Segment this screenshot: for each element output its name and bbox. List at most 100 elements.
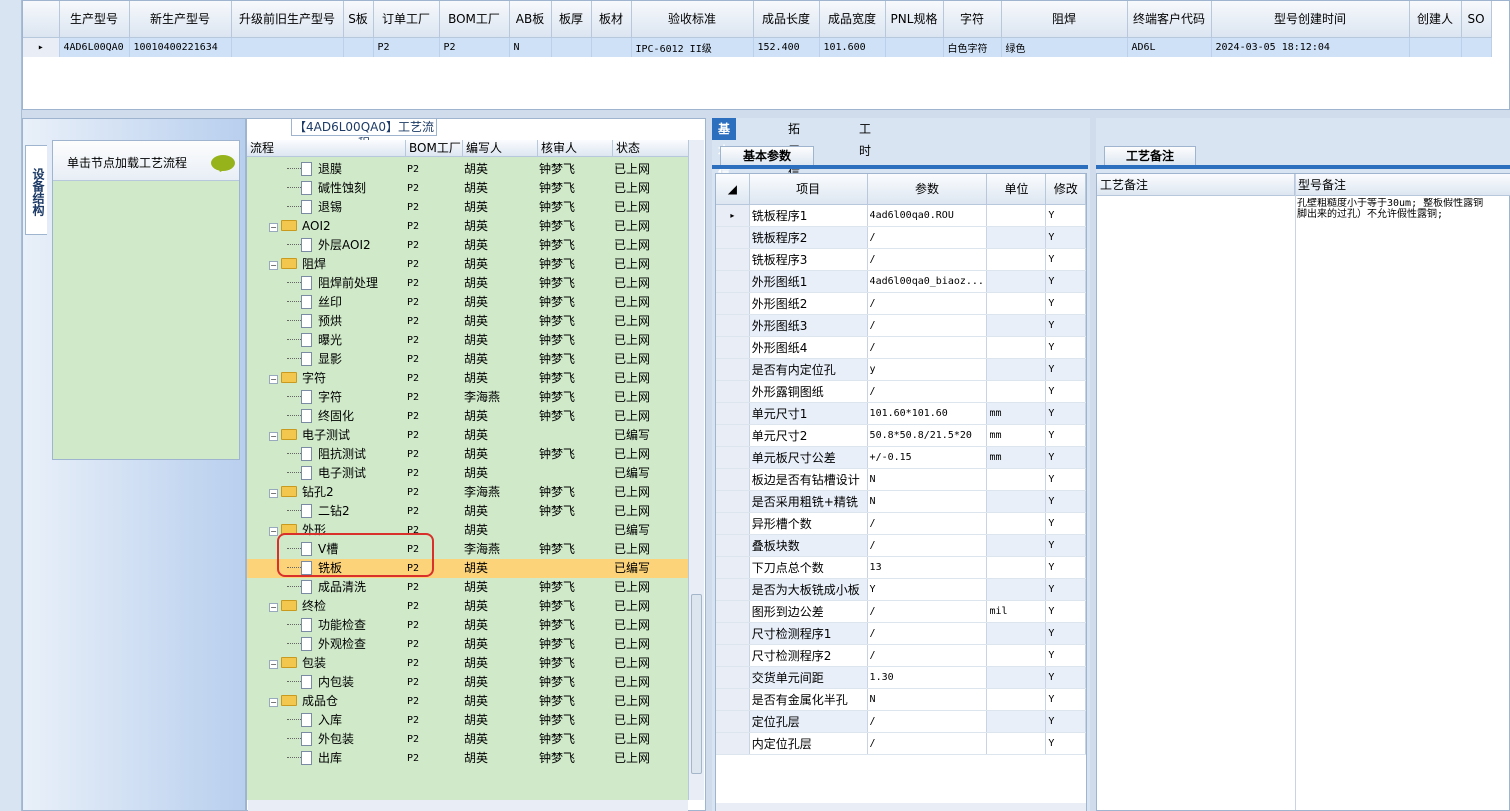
collapse-toggle-icon[interactable]: − xyxy=(269,603,278,612)
model-cell[interactable]: N xyxy=(509,37,552,57)
param-row[interactable]: 板边是否有钻槽设计 N Y xyxy=(716,468,1086,491)
param-value[interactable]: 4ad6l00qa0_biaoz... xyxy=(867,270,988,293)
param-value[interactable]: / xyxy=(867,600,988,623)
flow-tree-row[interactable]: 外层AOI2 P2 胡英 钟梦飞 已上网 xyxy=(247,236,689,255)
param-row[interactable]: 定位孔层 / Y xyxy=(716,710,1086,733)
param-value[interactable]: N xyxy=(867,468,988,491)
tab-work-hours[interactable]: 工时 xyxy=(853,118,877,158)
flow-tree-row[interactable]: 入库 P2 胡英 钟梦飞 已上网 xyxy=(247,711,689,730)
model-cell[interactable] xyxy=(231,37,344,57)
model-col-header[interactable]: 板材 xyxy=(591,1,632,38)
param-row[interactable]: 外形图纸3/ Y xyxy=(716,314,1086,337)
flow-tree-row[interactable]: 外观检查 P2 胡英 钟梦飞 已上网 xyxy=(247,635,689,654)
model-col-header[interactable]: 订单工厂 xyxy=(373,1,440,38)
flow-tree-row[interactable]: 阻抗测试 P2 胡英 钟梦飞 已上网 xyxy=(247,445,689,464)
flow-tree-row[interactable]: 内包装 P2 胡英 钟梦飞 已上网 xyxy=(247,673,689,692)
flow-node[interactable]: − 终检 xyxy=(247,597,405,616)
model-col-header[interactable]: 成品长度 xyxy=(753,1,820,38)
model-cell[interactable]: 白色字符 xyxy=(943,37,1002,57)
model-col-header[interactable]: S板 xyxy=(343,1,374,38)
param-value[interactable]: / xyxy=(867,314,988,337)
flow-node[interactable]: 出库 xyxy=(247,749,405,768)
param-row[interactable]: 异形槽个数 / Y xyxy=(716,512,1086,535)
model-cell[interactable]: 10010400221634 xyxy=(129,37,232,57)
flow-tree-row[interactable]: 阻焊前处理 P2 胡英 钟梦飞 已上网 xyxy=(247,274,689,293)
param-value[interactable]: / xyxy=(867,226,988,249)
flow-vertical-scrollbar[interactable] xyxy=(688,140,704,800)
param-value[interactable]: +/-0.15 xyxy=(867,446,988,469)
param-value[interactable]: N xyxy=(867,490,988,513)
flow-tree-row[interactable]: − AOI2 P2 胡英 钟梦飞 已上网 xyxy=(247,217,689,236)
param-row[interactable]: 图形到边公差 / mil Y xyxy=(716,600,1086,623)
flow-tree-row[interactable]: 电子测试 P2 胡英 已编写 xyxy=(247,464,689,483)
editor-col-header[interactable]: 编写人 xyxy=(463,140,538,157)
flow-tree-row[interactable]: 外包装 P2 胡英 钟梦飞 已上网 xyxy=(247,730,689,749)
model-col-header[interactable]: 验收标准 xyxy=(631,1,754,38)
param-value[interactable]: N xyxy=(867,688,988,711)
model-col-header[interactable]: 新生产型号 xyxy=(129,1,232,38)
param-value[interactable]: Y xyxy=(867,578,988,601)
flow-node[interactable]: 二钻2 xyxy=(247,502,405,521)
flow-tree-row[interactable]: 终固化 P2 胡英 钟梦飞 已上网 xyxy=(247,407,689,426)
flow-tree-row[interactable]: 出库 P2 胡英 钟梦飞 已上网 xyxy=(247,749,689,768)
flow-node[interactable]: 成品清洗 xyxy=(247,578,405,597)
model-col-header[interactable]: 终端客户代码 xyxy=(1127,1,1212,38)
flow-tree-row[interactable]: 二钻2 P2 胡英 钟梦飞 已上网 xyxy=(247,502,689,521)
param-value[interactable]: / xyxy=(867,710,988,733)
model-cell[interactable]: P2 xyxy=(439,37,510,57)
collapse-toggle-icon[interactable]: − xyxy=(269,432,278,441)
param-col-header[interactable]: 参数 xyxy=(867,174,988,205)
flow-tree-row[interactable]: 退锡 P2 胡英 钟梦飞 已上网 xyxy=(247,198,689,217)
flow-tree-row[interactable]: − 终检 P2 胡英 钟梦飞 已上网 xyxy=(247,597,689,616)
model-col-header[interactable]: SO xyxy=(1461,1,1492,38)
horizontal-splitter[interactable] xyxy=(22,110,1510,118)
param-col-header[interactable]: 修改 xyxy=(1045,174,1086,205)
flow-node[interactable]: 预烘 xyxy=(247,312,405,331)
param-row[interactable]: ▸ 铣板程序1 4ad6l00qa0.ROU Y xyxy=(716,204,1086,227)
flow-tree-row[interactable]: 显影 P2 胡英 钟梦飞 已上网 xyxy=(247,350,689,369)
model-col-header[interactable]: AB板 xyxy=(509,1,552,38)
flow-node[interactable]: 外观检查 xyxy=(247,635,405,654)
model-cell[interactable]: 101.600 xyxy=(819,37,886,57)
param-value[interactable]: 13 xyxy=(867,556,988,579)
param-row[interactable]: 单元板尺寸公差 +/-0.15 mm Y xyxy=(716,446,1086,469)
model-notes-header[interactable]: 型号备注 xyxy=(1295,174,1510,196)
param-row[interactable]: 是否采用粗铣+精铣 N Y xyxy=(716,490,1086,513)
model-cell[interactable] xyxy=(885,37,944,57)
model-row[interactable]: ▸ 4AD6L00QA0 10010400221634 P2 P2 N IPC-6012 I… xyxy=(23,37,1492,57)
params-horizontal-scrollbar[interactable] xyxy=(716,803,1086,811)
param-row[interactable]: 单元尺寸1 101.60*101.60 mm Y xyxy=(716,402,1086,425)
flow-scroll-thumb[interactable] xyxy=(691,594,702,774)
flow-tree-row[interactable]: 成品清洗 P2 胡英 钟梦飞 已上网 xyxy=(247,578,689,597)
param-value[interactable]: 50.8*50.8/21.5*20 xyxy=(867,424,988,447)
model-cell[interactable]: AD6L xyxy=(1127,37,1212,57)
collapse-toggle-icon[interactable]: − xyxy=(269,261,278,270)
model-col-header[interactable]: 成品宽度 xyxy=(819,1,886,38)
flow-node[interactable]: 退膜 xyxy=(247,160,405,179)
model-cell[interactable] xyxy=(551,37,592,57)
collapse-toggle-icon[interactable]: − xyxy=(269,698,278,707)
param-row[interactable]: 铣板程序3/ Y xyxy=(716,248,1086,271)
param-row[interactable]: 是否有金属化半孔 N Y xyxy=(716,688,1086,711)
param-row[interactable]: 外形图纸4/ Y xyxy=(716,336,1086,359)
tab-basic-params[interactable]: 基本参数 xyxy=(720,146,814,166)
param-row[interactable]: 是否为大板铣成小板 Y Y xyxy=(716,578,1086,601)
flow-col-header[interactable]: 流程 xyxy=(247,140,406,157)
equipment-structure-tab[interactable]: 设备结构 xyxy=(25,145,47,235)
model-cell[interactable] xyxy=(1461,37,1492,57)
param-row[interactable]: 外形露铜图纸 / Y xyxy=(716,380,1086,403)
param-col-header[interactable]: 单位 xyxy=(986,174,1047,205)
flow-node[interactable]: − 钻孔2 xyxy=(247,483,405,502)
flow-node[interactable]: − 电子测试 xyxy=(247,426,405,445)
param-row[interactable]: 内定位孔层 / Y xyxy=(716,732,1086,755)
flow-node[interactable]: − 包装 xyxy=(247,654,405,673)
flow-node[interactable]: 内包装 xyxy=(247,673,405,692)
model-cell[interactable]: IPC-6012 II级 xyxy=(631,37,754,57)
param-col-header[interactable]: 项目 xyxy=(749,174,868,205)
flow-node[interactable]: − 字符 xyxy=(247,369,405,388)
collapse-toggle-icon[interactable]: − xyxy=(269,660,278,669)
flow-node[interactable]: 阻抗测试 xyxy=(247,445,405,464)
flow-tree-row[interactable]: 曝光 P2 胡英 钟梦飞 已上网 xyxy=(247,331,689,350)
flow-tree-row[interactable]: 预烘 P2 胡英 钟梦飞 已上网 xyxy=(247,312,689,331)
param-value[interactable]: / xyxy=(867,336,988,359)
